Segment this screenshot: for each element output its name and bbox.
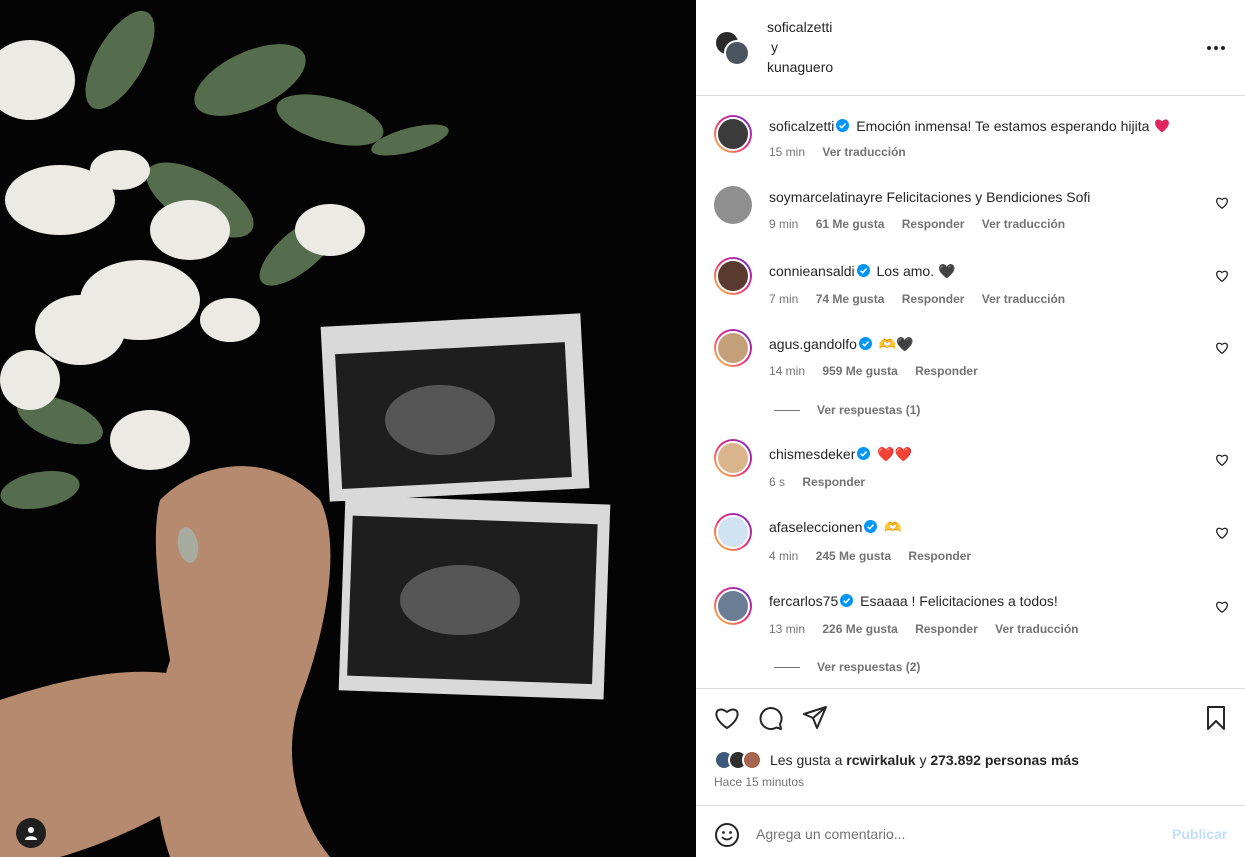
more-icon [1221, 46, 1225, 50]
more-icon [1214, 46, 1218, 50]
avatar[interactable] [714, 257, 752, 295]
comment-time: 15 min [769, 145, 806, 159]
verified-icon [858, 337, 872, 350]
emoji-icon[interactable] [714, 822, 740, 848]
comment-input[interactable] [756, 822, 1156, 846]
like-count[interactable]: 226 Me gusta [822, 622, 897, 636]
heart-icon[interactable] [714, 705, 740, 731]
comment-username[interactable]: soymarcelatinayre [769, 189, 883, 205]
comment-time: 9 min [769, 217, 799, 231]
avatar[interactable] [714, 186, 752, 224]
verified-icon [836, 119, 850, 132]
translate-link[interactable]: Ver traducción [982, 217, 1065, 231]
post-timestamp[interactable]: Hace 15 minutos [714, 775, 804, 789]
avatar[interactable] [714, 439, 752, 477]
bookmark-icon[interactable] [1203, 705, 1229, 731]
author-names: soficalzetti y kunaguero [767, 17, 833, 77]
comment-username[interactable]: connieansaldi [769, 263, 855, 279]
comment-username[interactable]: soficalzetti [769, 118, 834, 134]
author-username[interactable]: kunaguero [767, 57, 833, 77]
comment-text: 🫶🖤 [878, 336, 914, 352]
translate-link[interactable]: Ver traducción [822, 145, 905, 159]
verified-icon [864, 520, 878, 533]
post-media[interactable] [0, 0, 696, 857]
reply-button[interactable]: Responder [902, 217, 965, 231]
like-count[interactable]: 74 Me gusta [816, 292, 885, 306]
post-panel: soficalzetti y kunaguero soficalzetti Em… [696, 0, 1245, 857]
like-count[interactable]: 61 Me gusta [816, 217, 885, 231]
heart-icon[interactable] [1215, 600, 1229, 614]
more-icon [1207, 46, 1211, 50]
comment-username[interactable]: afaseleccionen [769, 519, 862, 535]
comment-time: 13 min [769, 622, 806, 636]
heart-icon[interactable] [1215, 269, 1229, 283]
comment-username[interactable]: agus.gandolfo [769, 336, 857, 352]
send-icon[interactable] [802, 705, 828, 731]
comments-list[interactable]: soficalzetti Emoción inmensa! Te estamos… [696, 97, 1245, 687]
comment-time: 4 min [769, 549, 799, 563]
comment-icon[interactable] [758, 705, 784, 731]
avatar[interactable] [714, 513, 752, 551]
author-joiner: y [771, 39, 778, 55]
heart-icon[interactable] [1215, 196, 1229, 210]
comment-text: 🫶 [884, 519, 902, 535]
reply-button[interactable]: Responder [908, 549, 971, 563]
verified-icon [856, 264, 870, 277]
view-replies-button[interactable]: Ver respuestas (1) [774, 403, 920, 417]
like-count[interactable]: 959 Me gusta [822, 364, 897, 378]
comment-text: Felicitaciones y Bendiciones Sofi [886, 189, 1091, 205]
comment-time: 14 min [769, 364, 806, 378]
view-replies-button[interactable]: Ver respuestas (2) [774, 660, 920, 674]
comment-username[interactable]: fercarlos75 [769, 593, 838, 609]
publish-button[interactable]: Publicar [1172, 826, 1227, 842]
avatar [742, 750, 762, 770]
comment-time: 6 s [769, 475, 786, 489]
liked-by-username[interactable]: rcwirkaluk [846, 752, 915, 768]
avatar[interactable] [714, 329, 752, 367]
comment-text: Emoción inmensa! Te estamos esperando hi… [856, 118, 1150, 134]
reply-button[interactable]: Responder [915, 364, 978, 378]
comment-text: Esaaaa ! Felicitaciones a todos! [860, 593, 1058, 609]
avatar[interactable] [714, 587, 752, 625]
heart-icon[interactable] [1215, 526, 1229, 540]
verified-icon [840, 594, 854, 607]
heart-icon[interactable] [1215, 453, 1229, 467]
translate-link[interactable]: Ver traducción [982, 292, 1065, 306]
user-tag-icon [25, 827, 37, 840]
translate-link[interactable]: Ver traducción [995, 622, 1078, 636]
verified-icon [857, 447, 871, 460]
comment-time: 7 min [769, 292, 799, 306]
post-photo [0, 0, 696, 857]
post-header: soficalzetti y kunaguero [696, 0, 1245, 96]
comment-text: Los amo. 🖤 [876, 263, 956, 279]
red-heart-icon [1155, 119, 1170, 133]
like-count[interactable]: 245 Me gusta [816, 549, 891, 563]
more-options-button[interactable] [1204, 40, 1228, 56]
user-tag-button[interactable] [16, 818, 46, 848]
heart-icon[interactable] [1215, 341, 1229, 355]
author-username[interactable]: soficalzetti [767, 17, 833, 37]
post-actions: Les gusta a rcwirkaluk y 273.892 persona… [696, 688, 1245, 804]
reply-button[interactable]: Responder [802, 475, 865, 489]
avatar[interactable] [714, 115, 752, 153]
avatar[interactable] [724, 40, 750, 66]
likes-summary: Les gusta a rcwirkaluk y 273.892 persona… [714, 749, 1079, 771]
reply-button[interactable]: Responder [915, 622, 978, 636]
comment-composer: Publicar [696, 805, 1245, 857]
likes-joiner: y [919, 752, 927, 768]
author-avatars[interactable] [714, 30, 754, 68]
reply-button[interactable]: Responder [902, 292, 965, 306]
comment-username[interactable]: chismesdeker [769, 446, 855, 462]
likes-others-count[interactable]: 273.892 personas más [930, 752, 1079, 768]
likes-prefix: Les gusta a [770, 752, 843, 768]
comment-text: ❤️❤️ [877, 446, 913, 462]
